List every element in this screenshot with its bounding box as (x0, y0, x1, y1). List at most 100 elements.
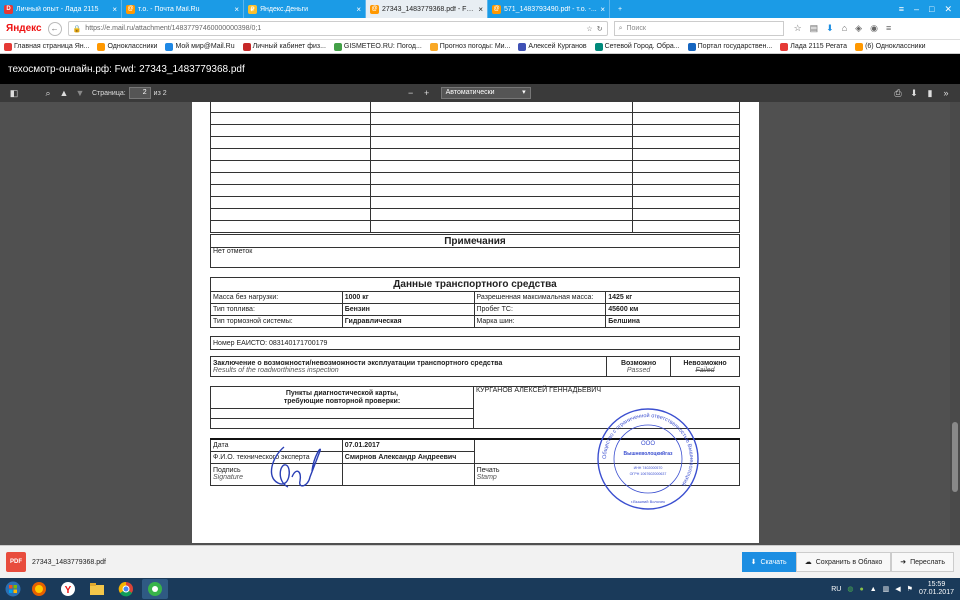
bookmark-item[interactable]: Личный кабинет физ... (242, 42, 326, 51)
bookmark-item[interactable]: Алексей Курганов (518, 42, 587, 51)
close-window-icon[interactable]: ✕ (944, 4, 952, 15)
language-indicator[interactable]: RU (831, 586, 841, 593)
vehicle-cell: Разрешенная максимальная масса: (473, 291, 607, 304)
empty-grid-cell (369, 196, 634, 209)
tab-1[interactable]: @ т.о. - Почта Mail.Ru × (122, 0, 244, 18)
close-icon[interactable]: × (356, 5, 361, 14)
tab-4[interactable]: @571_1483793490.pdf - т.о. -... × (488, 0, 610, 18)
zoom-select[interactable]: Автоматически ▾ (440, 87, 531, 99)
vehicle-title: Данные транспортного средства (210, 277, 740, 292)
prev-page-icon[interactable]: ▲ (56, 88, 72, 98)
bookmark-item[interactable]: Одноклассники (97, 42, 157, 51)
network-icon[interactable]: ▥ (883, 585, 890, 593)
bookmark-star-icon[interactable]: ☆ (794, 23, 802, 34)
bookmark-favicon-icon (429, 42, 438, 51)
bookmark-item[interactable]: Лада 2115 Регата (780, 42, 847, 51)
bookmark-item[interactable]: Портал государствен... (687, 42, 772, 51)
mail-icon: @ (370, 4, 379, 14)
company-stamp: Общество с ограниченной ответственностью… (597, 408, 699, 510)
tray-app-icon[interactable]: ● (859, 586, 863, 593)
recheck-title-line2: требующие повторной проверки: (283, 397, 401, 405)
empty-grid-row (210, 172, 740, 185)
chrome-taskbar-icon[interactable] (113, 579, 139, 599)
tab-0[interactable]: D Личный опыт - Лада 2115 × (0, 0, 122, 18)
empty-grid-cell (210, 184, 371, 197)
bookmark-item[interactable]: (6) Одноклассники (855, 42, 926, 51)
pocket-icon[interactable]: ◈ (855, 23, 862, 34)
bookmark-item[interactable]: GISMETEO.RU: Погод... (333, 42, 422, 51)
bookmark-item[interactable]: Мой мир@Mail.Ru (165, 42, 235, 51)
up-arrow-icon[interactable]: ▲ (870, 586, 877, 593)
tray-app-icon[interactable]: ◍ (847, 585, 853, 593)
download-icon: ⬇ (750, 559, 757, 566)
profile-icon[interactable]: ◉ (870, 23, 878, 34)
close-icon[interactable]: × (234, 5, 239, 14)
browser-logo[interactable]: Яндекс (6, 23, 42, 34)
wallet-icon: ₽ (248, 4, 257, 14)
zoom-out-icon[interactable]: − (403, 88, 419, 98)
empty-grid-cell (210, 208, 371, 221)
yandex-taskbar-icon[interactable]: Y (55, 579, 81, 599)
empty-grid-row (210, 148, 740, 161)
clock[interactable]: 15:59 07.01.2017 (919, 581, 954, 597)
tab-3[interactable]: @27343_1483779368.pdf - Fw... × (366, 0, 488, 18)
close-icon[interactable]: × (112, 5, 117, 14)
empty-grid-cell (210, 148, 371, 161)
bookmark-item[interactable]: Главная страница Ян... (4, 42, 89, 51)
reload-icon[interactable]: ↻ (597, 25, 603, 33)
close-icon[interactable]: × (600, 5, 605, 14)
viewer-scrollbar[interactable] (950, 102, 960, 545)
bookmark-favicon-icon (4, 42, 12, 51)
bookmark-favicon-icon (594, 42, 603, 51)
svg-text:Y: Y (65, 585, 72, 596)
empty-grid-cell (632, 124, 740, 137)
page-label: Страница: (92, 89, 126, 97)
back-arrow-icon[interactable]: ← (47, 21, 62, 36)
menu-icon[interactable]: ≡ (899, 4, 904, 14)
browser-menu-icon[interactable]: ≡ (886, 23, 891, 34)
download-button[interactable]: ⬇ Скачать (741, 552, 796, 572)
bookmark-icon[interactable]: ▮ (922, 88, 938, 99)
start-button[interactable] (0, 578, 26, 600)
viewer-title: техосмотр-онлайн.рф: Fwd: 27343_14837793… (8, 63, 245, 75)
empty-grid-cell (369, 102, 634, 113)
save-icon[interactable]: ⬇ (906, 88, 922, 99)
volume-icon[interactable]: ◀ (895, 585, 900, 593)
tab-2[interactable]: ₽ Яндекс.Деньги × (244, 0, 366, 18)
sidebar-toggle-icon[interactable]: ◧ (6, 88, 22, 99)
next-page-icon[interactable]: ▼ (72, 88, 88, 98)
drive-icon: D (4, 4, 13, 14)
flag-icon[interactable]: ⚑ (907, 585, 913, 593)
bookmark-item[interactable]: Прогноз погоды: Ми... (429, 42, 510, 51)
save-to-cloud-button[interactable]: ☁ Сохранить в Облако (795, 552, 892, 572)
zoom-in-icon[interactable]: + (419, 88, 435, 98)
forward-button[interactable]: ➜ Переслать (891, 552, 954, 572)
close-icon[interactable]: × (478, 5, 483, 14)
home-icon[interactable]: ⌂ (842, 23, 847, 34)
clock-time: 15:59 (927, 581, 946, 588)
page-number-input[interactable]: 2 (128, 87, 151, 99)
tools-icon[interactable]: » (938, 88, 954, 98)
empty-grid-row (210, 136, 740, 149)
minimize-icon[interactable]: – (914, 4, 919, 14)
file-explorer-taskbar-icon[interactable] (84, 579, 110, 599)
find-icon[interactable]: ⌕ (40, 88, 56, 99)
new-tab-button[interactable]: + (610, 0, 630, 18)
reading-list-icon[interactable]: ▤ (810, 23, 819, 34)
vehicle-cell: Белшина (605, 315, 740, 328)
scrollbar-thumb[interactable] (952, 422, 958, 492)
search-input[interactable]: ⌕ Поиск (613, 21, 784, 36)
bookmark-item[interactable]: Сетевой Город. Обра... (594, 42, 680, 51)
pdf-viewer[interactable]: Примечания Нет отметок Данные транспортн… (0, 102, 960, 545)
downloads-icon[interactable]: ⬇ (826, 23, 834, 34)
svg-text:Общество с ограниченной ответс: Общество с ограниченной ответственностью… (602, 412, 694, 487)
star-icon[interactable]: ☆ (586, 25, 592, 33)
maximize-icon[interactable]: □ (929, 4, 934, 14)
vehicle-cell: 1000 кг (341, 291, 475, 304)
url-field[interactable]: 🔒 https://e.mail.ru/attachment/148377974… (67, 21, 608, 36)
firefox-taskbar-icon[interactable] (26, 579, 52, 599)
print-icon[interactable]: ⎙ (890, 88, 906, 99)
empty-grid-cell (369, 220, 634, 233)
empty-grid-cell (632, 172, 740, 185)
icq-taskbar-icon[interactable] (142, 579, 168, 599)
